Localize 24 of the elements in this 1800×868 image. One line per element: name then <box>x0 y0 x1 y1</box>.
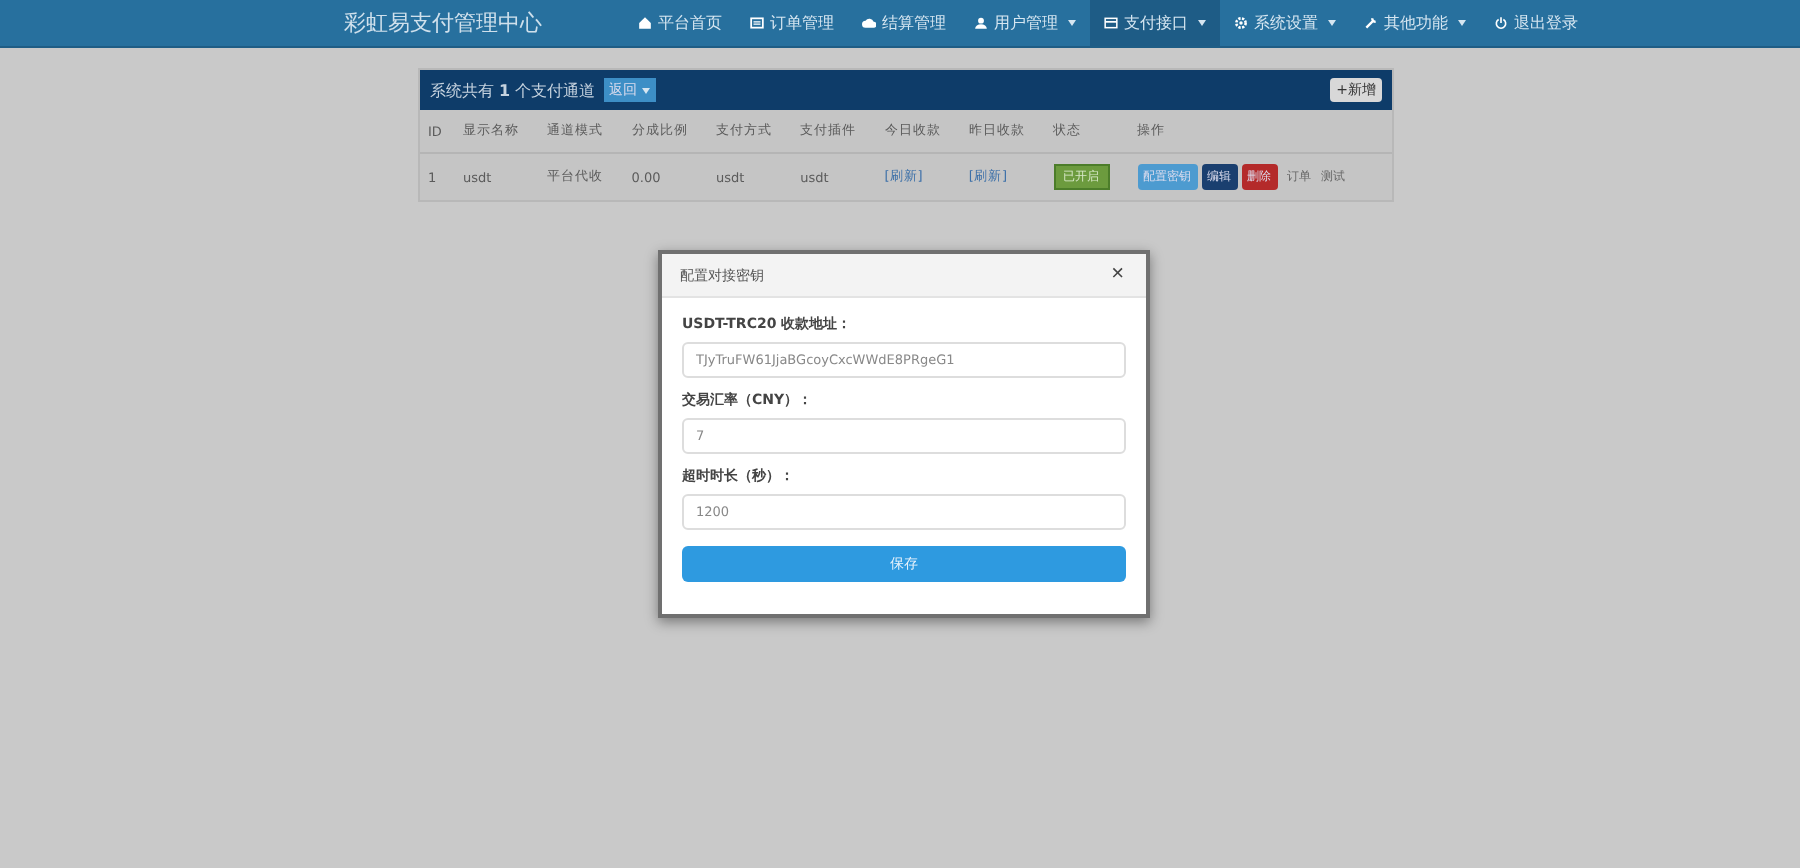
house-icon <box>638 16 652 30</box>
caret-icon <box>1068 20 1076 26</box>
nav-item[interactable]: 订单管理 <box>736 0 848 46</box>
list-icon <box>750 16 764 30</box>
close-button[interactable]: × <box>1107 264 1128 286</box>
cloud-icon <box>862 16 876 30</box>
settings-icon <box>1234 16 1248 30</box>
caret-icon <box>1198 20 1206 26</box>
user-icon <box>974 16 988 30</box>
nav-item[interactable]: 平台首页 <box>624 0 736 46</box>
wrench-icon <box>1364 16 1378 30</box>
power-icon <box>1494 16 1508 30</box>
nav-item[interactable]: 用户管理 <box>960 0 1090 46</box>
nav-item[interactable]: 其他功能 <box>1350 0 1480 46</box>
card-icon <box>1104 16 1118 30</box>
panel-title: 系统共有 1 个支付通道 <box>430 79 596 101</box>
nav-item[interactable]: 结算管理 <box>848 0 960 46</box>
nav-item[interactable]: 退出登录 <box>1480 0 1592 46</box>
caret-icon <box>1328 20 1336 26</box>
brand-title[interactable]: 彩虹易支付管理中心 <box>344 8 624 38</box>
nav-item[interactable]: 支付接口 <box>1090 0 1220 46</box>
caret-icon <box>1458 20 1466 26</box>
nav-item[interactable]: 系统设置 <box>1220 0 1350 46</box>
caret-icon <box>641 87 650 93</box>
